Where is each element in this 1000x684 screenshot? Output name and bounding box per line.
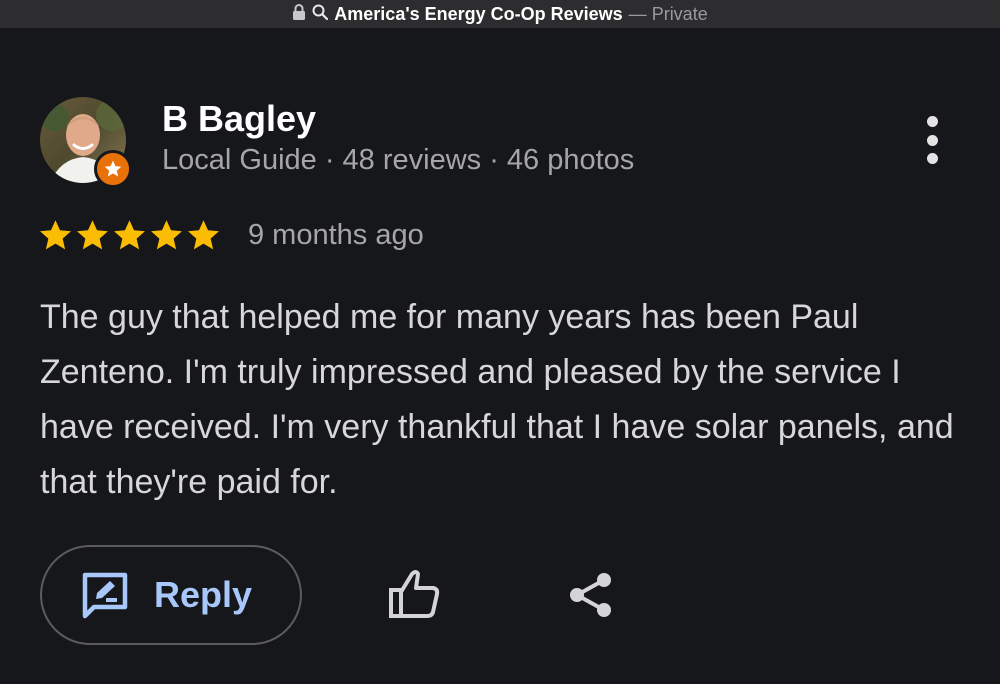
- star-icon: [188, 220, 219, 250]
- reply-icon: [82, 572, 128, 619]
- window-title: America's Energy Co-Op Reviews: [334, 3, 623, 24]
- reply-label: Reply: [154, 574, 253, 615]
- author-name[interactable]: B Bagley: [162, 98, 316, 140]
- reply-button[interactable]: Reply: [40, 545, 302, 645]
- lock-icon: [292, 3, 306, 25]
- like-icon[interactable]: [386, 566, 442, 622]
- star-icon: [40, 220, 71, 250]
- private-mode-label: — Private: [628, 3, 708, 24]
- local-guide-badge-icon: [94, 150, 132, 188]
- star-icon: [114, 220, 145, 250]
- more-options-icon[interactable]: [914, 112, 950, 168]
- star-icon: [77, 220, 108, 250]
- review-time: 9 months ago: [248, 219, 424, 251]
- search-icon: [312, 4, 329, 25]
- review-text: The guy that helped me for many years ha…: [40, 298, 954, 501]
- share-icon[interactable]: [566, 570, 616, 620]
- star-rating: [38, 218, 221, 253]
- window-title-bar: America's Energy Co-Op Reviews — Private: [0, 0, 1000, 28]
- star-icon: [151, 220, 182, 250]
- author-meta[interactable]: Local Guide · 48 reviews · 46 photos: [162, 144, 634, 177]
